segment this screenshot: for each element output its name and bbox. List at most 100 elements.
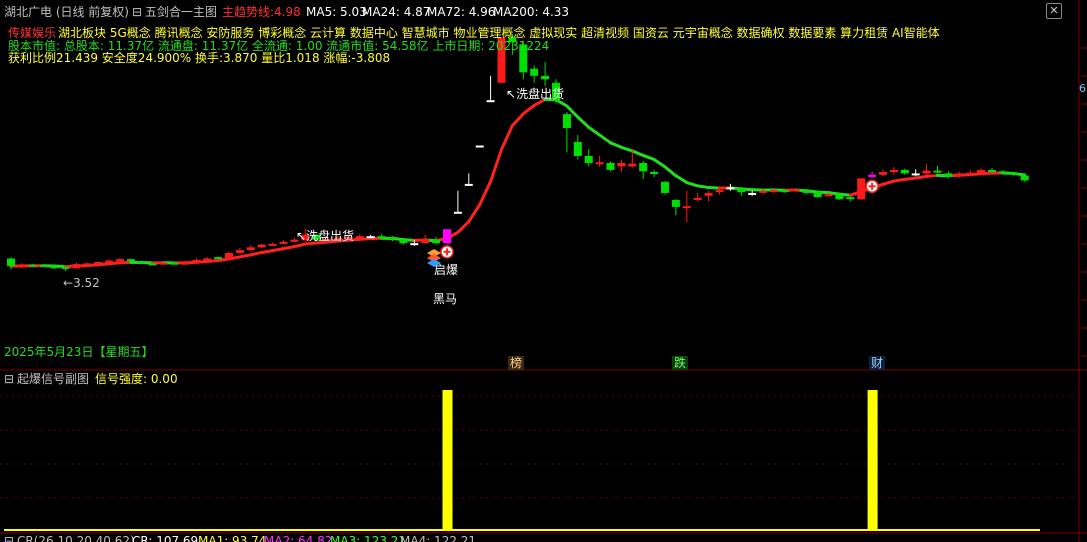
- candlestick: [911, 169, 920, 177]
- signal-plus-icon: [865, 179, 879, 194]
- candlestick: [704, 190, 713, 202]
- candle-body: [116, 259, 124, 262]
- trend-line-segment: [685, 181, 700, 188]
- trend-line-segment: [271, 247, 285, 253]
- candle-body: [170, 262, 179, 265]
- expand-collapse-icon[interactable]: ⊟: [132, 5, 142, 19]
- trend-line-segment: [914, 174, 929, 180]
- candlestick: [606, 161, 615, 172]
- trend-line-segment: [925, 173, 939, 178]
- candlestick: [225, 251, 233, 260]
- candle-body: [780, 190, 789, 193]
- candle-body: [453, 211, 462, 214]
- candle-body: [105, 260, 114, 263]
- trend-line-segment: [707, 185, 721, 190]
- candlestick: [671, 199, 680, 216]
- trend-line-segment: [979, 171, 994, 176]
- candle-body: [541, 75, 550, 80]
- candle-body: [715, 190, 724, 193]
- candle-body: [268, 243, 277, 246]
- candlestick: [486, 75, 495, 103]
- trend-line-segment: [500, 124, 514, 151]
- candle-body: [573, 142, 582, 156]
- candle-body: [486, 100, 495, 103]
- candle-body: [464, 183, 473, 186]
- profit-stats: 获利比例21.439 安全度24.900% 换手:3.870 量比1.018 涨…: [8, 51, 391, 65]
- stock-title[interactable]: 湖北广电 (日线 前复权): [4, 5, 129, 19]
- trend-line-segment: [609, 141, 623, 149]
- candlestick: [377, 234, 386, 239]
- candle-body: [617, 162, 626, 167]
- candlestick: [464, 173, 473, 186]
- candlestick: [1020, 174, 1029, 182]
- candle-body: [671, 199, 680, 207]
- candle-body: [94, 261, 103, 264]
- trend-line-segment: [456, 220, 471, 234]
- candle-body: [737, 188, 746, 193]
- candlestick: [693, 192, 702, 202]
- trend-line-segment: [292, 242, 307, 249]
- sub-panel-toggle-icon[interactable]: ⊟: [4, 372, 14, 386]
- candlestick: [770, 187, 778, 193]
- candle-body: [126, 259, 135, 262]
- trend-line-segment: [576, 115, 591, 129]
- event-tag-finance[interactable]: 财: [869, 356, 886, 370]
- candlestick: [366, 234, 375, 239]
- candle-body: [726, 187, 735, 190]
- candle-body: [410, 243, 419, 246]
- candlestick: [421, 234, 430, 244]
- candle-body: [802, 190, 811, 193]
- candle-body: [72, 264, 81, 269]
- candlestick: [933, 165, 942, 174]
- candle-body: [966, 172, 975, 175]
- candlestick: [813, 191, 822, 198]
- candlestick: [541, 61, 550, 87]
- trend-line-segment: [467, 203, 482, 224]
- candle-body: [748, 192, 757, 195]
- candle-body: [279, 241, 288, 244]
- trend-line-segment: [652, 157, 667, 169]
- sub-panel-title[interactable]: 起爆信号副图: [17, 372, 89, 386]
- right-axis-marker: 6: [1079, 82, 1086, 95]
- candle-body: [606, 162, 615, 170]
- event-tag-drop[interactable]: 跌: [672, 356, 689, 370]
- candlestick: [432, 236, 441, 245]
- candle-body: [650, 172, 659, 175]
- candle-body: [17, 264, 26, 267]
- candle-body: [900, 169, 909, 174]
- candle-body: [791, 189, 800, 192]
- event-tag-list[interactable]: 榜: [508, 356, 525, 370]
- candlestick: [94, 261, 103, 265]
- cr-toggle-icon[interactable]: ⊟: [4, 534, 14, 542]
- trend-line-segment: [249, 251, 264, 257]
- candle-body: [83, 263, 92, 266]
- candle-body: [857, 178, 866, 200]
- close-icon[interactable]: ✕: [1046, 3, 1062, 19]
- kline-chart[interactable]: [0, 0, 1087, 542]
- candlestick: [83, 262, 92, 266]
- candlestick: [879, 169, 887, 177]
- ma5-value: MA5: 5.03: [306, 5, 367, 19]
- candle-body: [235, 250, 244, 253]
- candle-body: [421, 238, 430, 244]
- trend-line-segment: [630, 149, 645, 157]
- cr-params[interactable]: CR(26,10,20,40,62): [17, 534, 135, 542]
- candle-body: [682, 206, 691, 209]
- candle-body: [911, 173, 920, 176]
- candlestick: [573, 135, 582, 160]
- trend-line-segment: [641, 153, 656, 161]
- trend-line-segment: [521, 103, 536, 116]
- candlestick: [944, 171, 953, 179]
- candle-body: [355, 236, 364, 239]
- candlestick: [584, 149, 593, 167]
- trend-line-segment: [663, 165, 678, 178]
- low-price-value: 3.52: [73, 276, 100, 290]
- ma72-value: MA72: 4.96: [427, 5, 496, 19]
- candlestick: [235, 248, 244, 254]
- candlestick: [453, 190, 462, 214]
- candle-body: [977, 169, 986, 173]
- main-indicator-name[interactable]: 五剑合一主图: [145, 5, 217, 19]
- trend-line-segment: [619, 145, 634, 153]
- wash-out-annotation-1: ↖洗盘出货: [296, 229, 355, 243]
- candlestick: [617, 159, 626, 173]
